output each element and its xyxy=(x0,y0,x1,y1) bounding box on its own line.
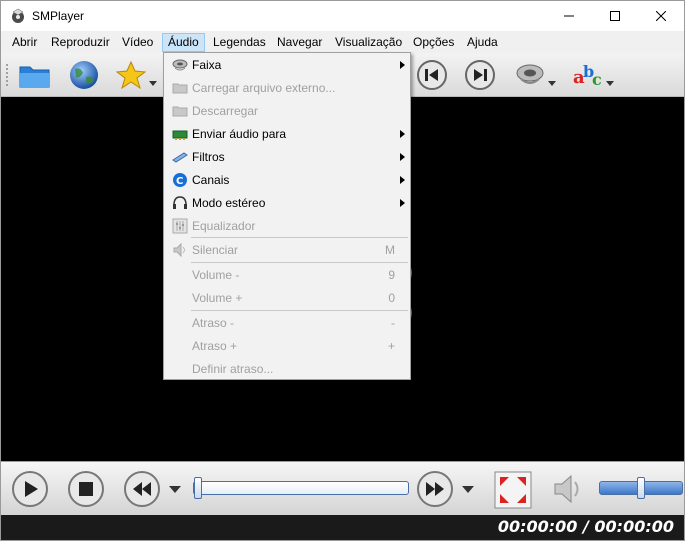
time-display: 00:00:00 / 00:00:00 xyxy=(497,517,674,536)
submenu-arrow-icon xyxy=(400,61,405,69)
volume-handle[interactable] xyxy=(637,477,645,499)
audio-track-icon[interactable] xyxy=(513,59,547,91)
rewind-button-icon[interactable] xyxy=(123,470,161,508)
audio-menu-modo-estereo[interactable]: Modo estéreo xyxy=(165,192,409,214)
menu-legendas[interactable]: Legendas xyxy=(208,33,271,52)
audio-menu-equalizador[interactable]: Equalizador xyxy=(165,215,409,237)
rewind-dropdown-arrow[interactable] xyxy=(169,486,181,493)
favorites-dropdown-arrow[interactable] xyxy=(149,81,157,86)
audio-menu-volume-minus[interactable]: Volume - 9 xyxy=(165,264,409,286)
forward-dropdown-arrow[interactable] xyxy=(462,486,474,493)
next-track-icon[interactable] xyxy=(463,59,497,91)
svg-text:c: c xyxy=(592,70,602,89)
headphones-icon xyxy=(173,196,187,209)
stop-button-icon[interactable] xyxy=(67,470,105,508)
fullscreen-icon[interactable] xyxy=(494,471,532,509)
previous-track-icon[interactable] xyxy=(415,59,449,91)
submenu-arrow-icon xyxy=(400,153,405,161)
audio-menu-definir-atraso[interactable]: Definir atraso... xyxy=(165,358,409,380)
subtitle-dropdown-arrow[interactable] xyxy=(606,81,614,86)
shortcut-label: 9 xyxy=(388,268,395,282)
equalizer-icon xyxy=(172,218,188,234)
smplayer-window: SMPlayer Abrir Reproduzir Vídeo Áudio Le… xyxy=(0,0,685,541)
channels-icon: C xyxy=(173,173,187,187)
menu-separator xyxy=(191,237,408,238)
minimize-icon xyxy=(564,15,574,17)
subtitle-abc-icon[interactable]: a b c xyxy=(571,59,605,91)
menu-opcoes[interactable]: Opções xyxy=(408,33,459,52)
menu-visualizacao[interactable]: Visualização xyxy=(330,33,407,52)
mute-icon xyxy=(173,242,185,258)
menu-video[interactable]: Vídeo xyxy=(117,33,158,52)
toolbar-grip[interactable] xyxy=(5,63,9,87)
menu-audio[interactable]: Áudio xyxy=(162,33,205,52)
svg-text:C: C xyxy=(176,176,183,187)
seek-handle[interactable] xyxy=(194,477,202,499)
favorites-star-icon[interactable] xyxy=(115,59,149,91)
audio-track-dropdown-arrow[interactable] xyxy=(548,81,556,86)
audio-menu-atraso-minus[interactable]: Atraso - - xyxy=(165,312,409,334)
seek-bar[interactable] xyxy=(193,477,409,499)
menu-ajuda[interactable]: Ajuda xyxy=(462,33,503,52)
audio-menu-canais[interactable]: C Canais xyxy=(165,169,409,191)
smplayer-logo-icon xyxy=(12,8,24,23)
close-icon xyxy=(656,11,666,21)
shortcut-label: M xyxy=(385,243,395,257)
folder-icon xyxy=(172,83,188,94)
filters-icon xyxy=(172,152,188,163)
volume-speaker-icon[interactable] xyxy=(549,470,587,508)
menu-navegar[interactable]: Navegar xyxy=(272,33,327,52)
open-url-globe-icon[interactable] xyxy=(67,59,101,91)
audio-menu-carregar-arquivo-externo[interactable]: Carregar arquivo externo... xyxy=(165,77,409,99)
maximize-icon xyxy=(610,11,620,21)
audio-menu-volume-plus[interactable]: Volume + 0 xyxy=(165,287,409,309)
title-bar[interactable]: SMPlayer xyxy=(1,1,684,31)
audio-menu-atraso-plus[interactable]: Atraso + + xyxy=(165,335,409,357)
shortcut-label: + xyxy=(387,339,395,353)
audio-menu-descarregar[interactable]: Descarregar xyxy=(165,100,409,122)
audio-menu-silenciar[interactable]: Silenciar M xyxy=(165,239,409,261)
volume-slider[interactable] xyxy=(599,477,683,499)
submenu-arrow-icon xyxy=(400,176,405,184)
window-title: SMPlayer xyxy=(32,9,85,23)
menu-separator xyxy=(191,310,408,311)
close-button[interactable] xyxy=(638,1,684,31)
maximize-button[interactable] xyxy=(592,1,638,31)
audio-menu: Faixa Carregar arquivo externo... Descar… xyxy=(163,52,411,380)
open-folder-icon[interactable] xyxy=(18,59,52,91)
playback-controls xyxy=(1,461,684,515)
track-icon xyxy=(172,59,188,71)
menu-bar: Abrir Reproduzir Vídeo Áudio Legendas Na… xyxy=(1,31,684,53)
status-bar: 00:00:00 / 00:00:00 xyxy=(1,515,684,540)
menu-abrir[interactable]: Abrir xyxy=(7,33,42,52)
audio-menu-faixa[interactable]: Faixa xyxy=(165,54,409,76)
shortcut-label: - xyxy=(391,316,395,330)
minimize-button[interactable] xyxy=(546,1,592,31)
menu-reproduzir[interactable]: Reproduzir xyxy=(46,33,115,52)
submenu-arrow-icon xyxy=(400,130,405,138)
forward-button-icon[interactable] xyxy=(416,470,454,508)
audio-menu-enviar-audio-para[interactable]: Enviar áudio para xyxy=(165,123,409,145)
play-button-icon[interactable] xyxy=(11,470,49,508)
folder-icon xyxy=(172,106,188,117)
audio-menu-filtros[interactable]: Filtros xyxy=(165,146,409,168)
audio-card-icon xyxy=(172,130,188,140)
shortcut-label: 0 xyxy=(388,291,395,305)
menu-separator xyxy=(191,262,408,263)
submenu-arrow-icon xyxy=(400,199,405,207)
